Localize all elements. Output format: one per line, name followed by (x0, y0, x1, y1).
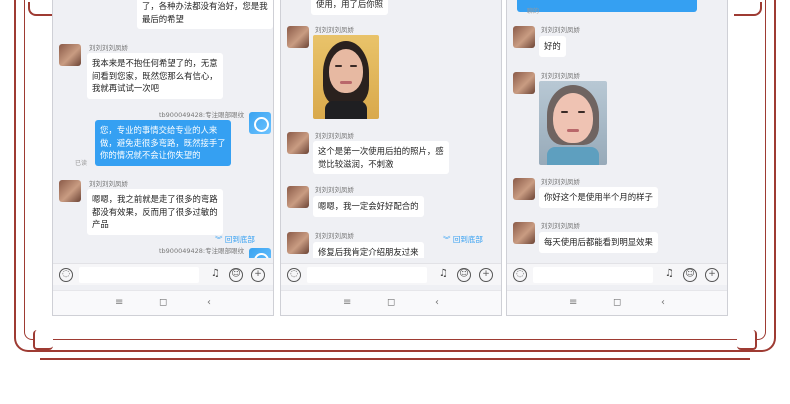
shared-photo[interactable] (539, 81, 607, 165)
message-bubble: 了，各种办法都没有治好，您是我 最后的希望 (137, 0, 273, 30)
avatar[interactable] (59, 180, 81, 202)
voice-icon[interactable]: ◌ (513, 268, 527, 282)
scroll-to-bottom-link[interactable]: ︾ 回到底部 (443, 234, 483, 245)
message-bubble: 每天使用后都能看到明显效果 (539, 232, 658, 253)
input-bar: ◌ ♫ ☺ + (53, 263, 273, 285)
back-icon[interactable]: ‹ (207, 297, 211, 308)
sender-name: 刘刘刘刘凤娇 (89, 44, 128, 52)
scroll-to-bottom-label: 回到底部 (452, 235, 483, 244)
mic-icon[interactable]: ♫ (211, 268, 220, 282)
plus-icon[interactable]: + (251, 268, 265, 282)
avatar[interactable] (59, 44, 81, 66)
avatar[interactable] (287, 232, 309, 254)
menu-icon[interactable]: ≡ (569, 297, 577, 308)
sender-name: 刘刘刘刘凤娇 (315, 232, 354, 240)
chevron-down-icon: ︾ (443, 235, 451, 244)
avatar[interactable] (287, 26, 309, 48)
avatar[interactable] (287, 132, 309, 154)
back-icon[interactable]: ‹ (661, 297, 665, 308)
message-bubble-own: 您，专业的事情交给专业的人来 做，避免走很多弯路，既然接手了 你的情况就不会让你… (95, 120, 231, 166)
plus-icon[interactable]: + (705, 268, 719, 282)
message-bubble: 嗯嗯，我之前就是走了很多的弯路 都没有效果，反而用了很多过敏的 产品 (87, 189, 223, 235)
sender-name: 刘刘刘刘凤娇 (315, 186, 354, 194)
scroll-to-bottom-label: 回到底部 (224, 235, 255, 244)
message-bubble: 使用，用了后你照 (311, 0, 388, 15)
system-nav-bar: ≡ ◻ ‹ (53, 290, 273, 315)
message-bubble: 你好这个是使用半个月的样子 (539, 187, 658, 208)
avatar[interactable] (513, 178, 535, 200)
message-bubble: 嗯嗯，我一定会好好配合的 (313, 196, 424, 217)
read-status: 已读 (75, 160, 88, 167)
read-status: 聊的 (527, 8, 540, 15)
chat-screenshot-1: 了，各种办法都没有治好，您是我 最后的希望 刘刘刘刘凤娇 我本来是不抱任何希望了… (52, 0, 274, 316)
avatar[interactable] (513, 222, 535, 244)
sender-name: 刘刘刘刘凤娇 (541, 26, 580, 34)
avatar[interactable] (513, 26, 535, 48)
avatar[interactable] (287, 186, 309, 208)
home-icon[interactable]: ◻ (159, 297, 167, 308)
avatar[interactable] (249, 112, 271, 134)
message-list[interactable]: 使用，用了后你照 刘刘刘刘凤娇 刘刘刘刘凤娇 这个是第一次使用后拍的照片，感 觉… (281, 0, 501, 258)
mic-icon[interactable]: ♫ (665, 268, 674, 282)
frame-bottom-line (40, 358, 750, 360)
message-list[interactable]: 聊的 刘刘刘刘凤娇 好的 刘刘刘刘凤娇 刘刘刘刘凤娇 你好这个是使用半个月的样子… (507, 0, 727, 258)
plus-icon[interactable]: + (479, 268, 493, 282)
message-bubble: 修复后我肯定介绍朋友过来 (313, 242, 424, 258)
input-bar: ◌ ♫ ☺ + (507, 263, 727, 285)
chat-screenshot-2: 使用，用了后你照 刘刘刘刘凤娇 刘刘刘刘凤娇 这个是第一次使用后拍的照片，感 觉… (280, 0, 502, 316)
sender-name: tb900049428:专注眼部眼纹 (159, 111, 245, 119)
message-bubble: 好的 (539, 36, 566, 57)
message-bubble: 我本来是不抱任何希望了的，无意 间看到您家，既然您那么有信心， 我就再试试一次吧 (87, 53, 223, 99)
message-list[interactable]: 了，各种办法都没有治好，您是我 最后的希望 刘刘刘刘凤娇 我本来是不抱任何希望了… (53, 0, 273, 258)
sender-name: 刘刘刘刘凤娇 (315, 132, 354, 140)
message-input[interactable] (79, 267, 199, 283)
message-bubble-own (517, 0, 697, 12)
mic-icon[interactable]: ♫ (439, 268, 448, 282)
sender-name: tb900049428:专注眼部眼纹 (159, 247, 245, 255)
voice-icon[interactable]: ◌ (59, 268, 73, 282)
home-icon[interactable]: ◻ (387, 297, 395, 308)
frame-corner-right (737, 330, 757, 350)
chat-screenshot-3: 聊的 刘刘刘刘凤娇 好的 刘刘刘刘凤娇 刘刘刘刘凤娇 你好这个是使用半个月的样子… (506, 0, 728, 316)
menu-icon[interactable]: ≡ (343, 297, 351, 308)
home-icon[interactable]: ◻ (613, 297, 621, 308)
chevron-down-icon: ︾ (215, 235, 223, 244)
emoji-icon[interactable]: ☺ (457, 268, 471, 282)
sender-name: 刘刘刘刘凤娇 (541, 178, 580, 186)
sender-name: 刘刘刘刘凤娇 (541, 72, 580, 80)
voice-icon[interactable]: ◌ (287, 268, 301, 282)
system-nav-bar: ≡ ◻ ‹ (507, 290, 727, 315)
back-icon[interactable]: ‹ (435, 297, 439, 308)
scroll-to-bottom-link[interactable]: ︾ 回到底部 (215, 234, 255, 245)
avatar[interactable] (513, 72, 535, 94)
frame-corner-left (33, 330, 53, 350)
avatar[interactable] (249, 248, 271, 258)
sender-name: 刘刘刘刘凤娇 (541, 222, 580, 230)
menu-icon[interactable]: ≡ (115, 297, 123, 308)
input-bar: ◌ ♫ ☺ + (281, 263, 501, 285)
message-bubble: 这个是第一次使用后拍的照片，感 觉比较滋润，不刺激 (313, 141, 449, 175)
system-nav-bar: ≡ ◻ ‹ (281, 290, 501, 315)
shared-photo[interactable] (313, 35, 379, 119)
message-input[interactable] (533, 267, 653, 283)
sender-name: 刘刘刘刘凤娇 (89, 180, 128, 188)
emoji-icon[interactable]: ☺ (683, 268, 697, 282)
message-input[interactable] (307, 267, 427, 283)
emoji-icon[interactable]: ☺ (229, 268, 243, 282)
frame-ornament-right (734, 2, 762, 16)
sender-name: 刘刘刘刘凤娇 (315, 26, 354, 34)
